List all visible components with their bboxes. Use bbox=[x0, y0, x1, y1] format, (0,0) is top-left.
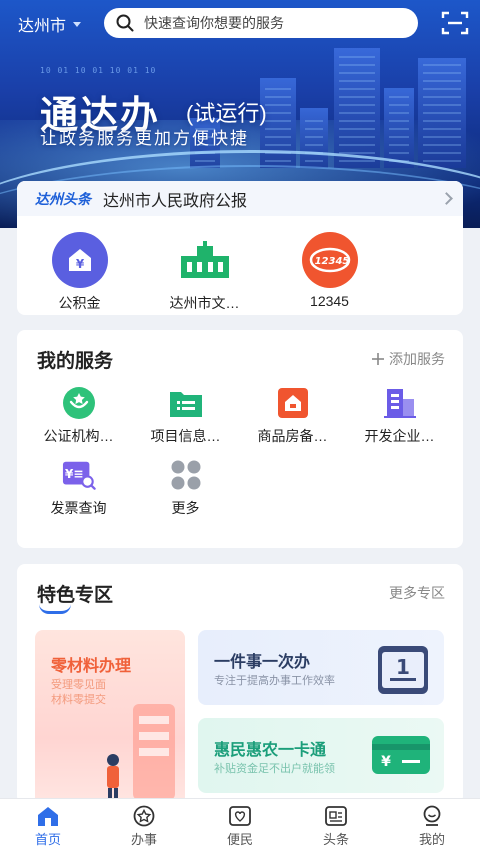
headline-bar[interactable]: 达州头条 达州市人民政府公报 bbox=[17, 181, 463, 216]
scan-icon[interactable] bbox=[441, 10, 469, 36]
star-badge-icon bbox=[133, 805, 155, 827]
add-service-button[interactable]: 添加服务 bbox=[371, 349, 445, 369]
service-item-invoice-query[interactable]: ¥≡ 发票查询 bbox=[25, 458, 132, 518]
project-folder-icon bbox=[169, 386, 203, 420]
tab-label: 首页 bbox=[34, 832, 61, 847]
tab-convenience[interactable]: 便民 bbox=[192, 799, 288, 854]
profile-icon bbox=[423, 805, 441, 826]
invoice-search-icon: ¥≡ bbox=[62, 458, 96, 492]
heart-icon bbox=[229, 806, 251, 826]
quick-item-label: 12345 bbox=[310, 293, 349, 309]
service-label: 商品房备… bbox=[257, 428, 328, 444]
top-bar: 达州市 快速查询你想要的服务 bbox=[0, 0, 480, 46]
special-zone-card: 特色专区 更多专区 零材料办理 受理零见面 材料零提交 一件事一次办 专注于提高… bbox=[17, 564, 463, 804]
tab-profile[interactable]: 我的 bbox=[384, 799, 480, 854]
quick-item-housing-fund[interactable]: ¥ 公积金 bbox=[17, 232, 142, 313]
house-record-icon bbox=[276, 386, 310, 420]
title-underline bbox=[39, 604, 71, 614]
tile-title: 一件事一次办 bbox=[214, 654, 311, 671]
service-item-more[interactable]: 更多 bbox=[132, 458, 239, 518]
home-icon bbox=[38, 807, 58, 826]
bank-card-icon: ¥ bbox=[372, 736, 430, 774]
housing-fund-icon: ¥ bbox=[51, 232, 108, 288]
banner-digits: 10 01 10 01 10 01 10 bbox=[40, 66, 157, 75]
services-grid: 公证机构… 项目信息… 商品房备… 开发企业… ¥≡ 发票查询 更多 bbox=[25, 386, 455, 518]
calendar-icon: 1 bbox=[378, 646, 428, 694]
service-item-project-info[interactable]: 项目信息… bbox=[132, 386, 239, 446]
more-dots-icon bbox=[169, 458, 203, 492]
tile-zero-material[interactable]: 零材料办理 受理零见面 材料零提交 bbox=[35, 630, 185, 804]
banner-building bbox=[384, 88, 414, 168]
city-label: 达州市 bbox=[18, 18, 67, 35]
tab-home[interactable]: 首页 bbox=[0, 799, 96, 854]
svg-text:¥≡: ¥≡ bbox=[64, 467, 83, 481]
search-icon bbox=[116, 14, 134, 32]
add-service-label: 添加服务 bbox=[389, 351, 445, 367]
bottom-tab-bar: 首页 办事 便民 头条 我的 bbox=[0, 798, 480, 854]
search-input[interactable]: 快速查询你想要的服务 bbox=[104, 8, 418, 38]
tile-subtitle-line: 受理零见面 bbox=[51, 679, 106, 691]
service-item-developer[interactable]: 开发企业… bbox=[346, 386, 453, 446]
tab-label: 办事 bbox=[130, 832, 157, 847]
plus-icon bbox=[372, 353, 384, 365]
quick-item-label: 达州市文… bbox=[169, 295, 240, 311]
special-zone-title: 特色专区 bbox=[37, 585, 114, 606]
more-zones-link[interactable]: 更多专区 bbox=[389, 583, 445, 603]
my-services-title: 我的服务 bbox=[37, 351, 114, 372]
city-selector[interactable]: 达州市 bbox=[18, 12, 82, 36]
service-item-house-record[interactable]: 商品房备… bbox=[239, 386, 346, 446]
tab-label: 便民 bbox=[226, 832, 253, 847]
service-label: 更多 bbox=[171, 500, 200, 516]
chevron-right-icon bbox=[440, 192, 453, 205]
quick-entry-row: ¥ 公积金 达州市文… 12345 12345 bbox=[17, 216, 463, 313]
service-label: 公证机构… bbox=[43, 428, 114, 444]
headline-text: 达州市人民政府公报 bbox=[103, 192, 248, 210]
banner-subtitle: 让政务服务更加方便快捷 bbox=[40, 129, 249, 148]
svg-text:¥: ¥ bbox=[75, 257, 84, 271]
notary-icon bbox=[62, 386, 96, 420]
hotline-12345-icon: 12345 bbox=[301, 232, 358, 288]
search-placeholder: 快速查询你想要的服务 bbox=[144, 15, 284, 31]
currency-symbol: ¥ bbox=[381, 754, 391, 770]
my-services-card: 我的服务 添加服务 公证机构… 项目信息… 商品房备… 开发企业… ¥≡ 发票查… bbox=[17, 330, 463, 548]
headline-card: 达州头条 达州市人民政府公报 ¥ 公积金 达州市文… 12345 12345 bbox=[17, 181, 463, 315]
enterprise-building-icon bbox=[383, 386, 417, 420]
tab-services[interactable]: 办事 bbox=[96, 799, 192, 854]
tab-news[interactable]: 头条 bbox=[288, 799, 384, 854]
building-icon bbox=[177, 232, 233, 288]
tile-one-thing-once[interactable]: 一件事一次办 专注于提高办事工作效率 1 bbox=[198, 630, 444, 705]
service-label: 项目信息… bbox=[150, 428, 221, 444]
tab-label: 头条 bbox=[322, 832, 349, 847]
quick-item-label: 公积金 bbox=[58, 295, 101, 311]
service-item-notary[interactable]: 公证机构… bbox=[25, 386, 132, 446]
headline-tag: 达州头条 bbox=[35, 190, 91, 207]
tile-subtitle: 专注于提高办事工作效率 bbox=[214, 675, 335, 687]
banner-building bbox=[334, 48, 380, 168]
news-icon bbox=[325, 806, 347, 826]
quick-item-12345[interactable]: 12345 12345 bbox=[267, 232, 392, 313]
tab-label: 我的 bbox=[418, 832, 445, 847]
caret-down-icon bbox=[73, 21, 82, 27]
phone-illustration-icon bbox=[107, 704, 175, 804]
quick-item-city-culture[interactable]: 达州市文… bbox=[142, 232, 267, 313]
calendar-number: 1 bbox=[396, 655, 410, 679]
tile-title: 零材料办理 bbox=[51, 658, 132, 675]
service-label: 发票查询 bbox=[50, 500, 107, 516]
tile-title: 惠民惠农一卡通 bbox=[214, 742, 327, 759]
banner-building bbox=[418, 58, 466, 168]
svg-text:12345: 12345 bbox=[314, 256, 349, 267]
tile-benefit-card[interactable]: 惠民惠农一卡通 补贴资金足不出户就能领 ¥ bbox=[198, 718, 444, 793]
service-label: 开发企业… bbox=[364, 428, 435, 444]
tile-subtitle: 补贴资金足不出户就能领 bbox=[214, 763, 335, 775]
